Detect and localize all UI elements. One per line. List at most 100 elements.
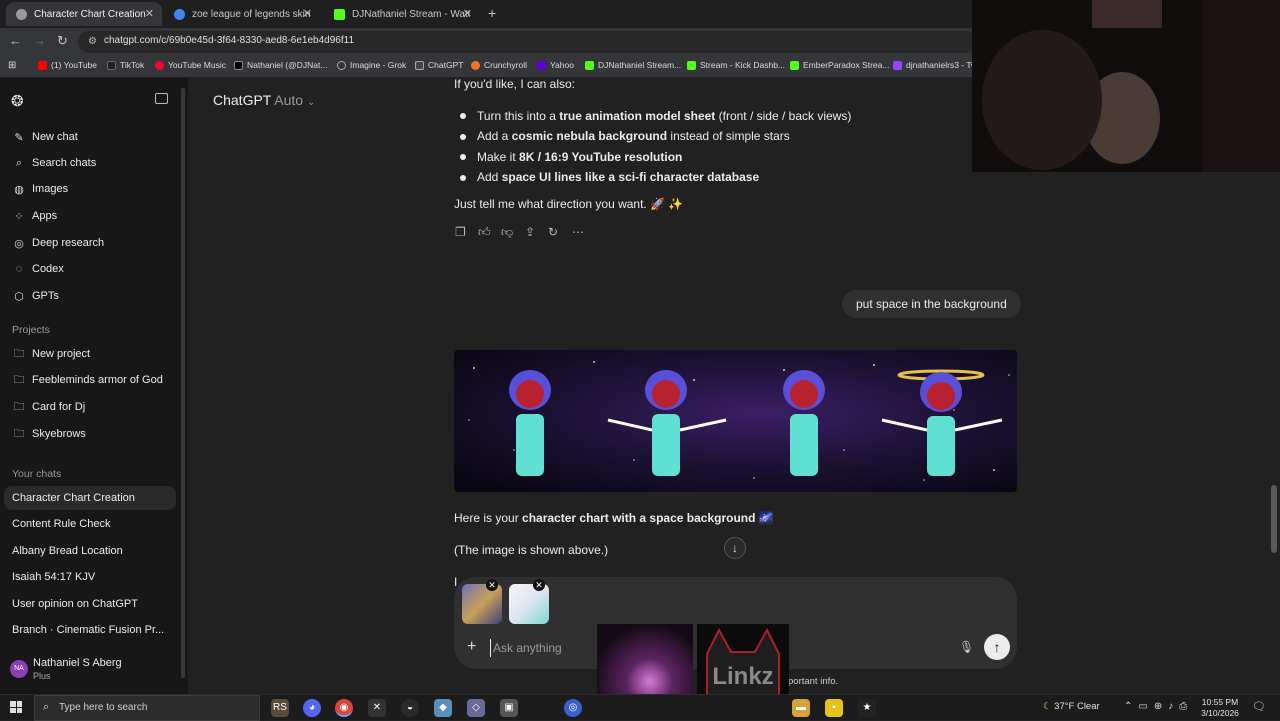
chat-item-albany-bread[interactable]: Albany Bread Location [0,539,178,563]
app-icon[interactable]: ◎ [564,699,582,717]
codex-icon: ◌ [15,263,23,275]
sidebar-item-new-project[interactable]: 🗀 New project [0,342,178,366]
chevron-down-icon: ⌄ [306,97,316,108]
sidebar-toggle-icon[interactable] [155,93,168,104]
notification-icon[interactable]: 🗨︎ [1252,700,1266,713]
copy-icon[interactable]: ❐ [455,225,466,239]
close-tab-icon[interactable]: ✕ [303,7,312,20]
openai-logo-icon[interactable]: ❂ [11,92,24,110]
bookmark-x-nathaniel[interactable]: Nathaniel (@DJNat... [234,60,327,70]
site-info-icon[interactable]: ⚙ [88,36,97,47]
send-button[interactable]: ↑ [984,634,1010,660]
discord-app-icon[interactable]: ◕ [303,699,321,717]
sidebar-item-project-skyebrows[interactable]: 🗀 Skyebrows [0,422,178,446]
tab-zoe-skins[interactable]: zoe league of legends skins - G ✕ [164,2,320,26]
bookmark-grok[interactable]: Imagine - Grok [337,60,406,70]
grok-icon [337,60,346,70]
bookmark-tiktok[interactable]: TikTok [107,60,144,70]
omnibox[interactable]: ⚙ chatgpt.com/c/69b0e45d-3f64-8330-aed8-… [78,31,978,53]
bookmark-yahoo[interactable]: Yahoo [537,60,574,70]
yahoo-icon [537,60,546,70]
x-icon [234,60,243,70]
user-plan: Plus [33,671,51,681]
bullet-dot [460,134,466,140]
avatar: NA [10,660,28,678]
chat-item-character-chart[interactable]: Character Chart Creation [4,486,176,510]
microphone-icon[interactable]: 🎙︎ [959,640,974,654]
edit-icon: ✎ [14,131,24,144]
folder-icon: 🗀 [13,373,25,386]
remove-attachment-icon[interactable]: ✕ [533,579,545,591]
url-text[interactable]: chatgpt.com/c/69b0e45d-3f64-8330-aed8-6e… [104,35,354,46]
bookmark-youtube-music[interactable]: YouTube Music [155,60,226,70]
chat-item-isaiah[interactable]: Isaiah 54:17 KJV [0,565,178,589]
sidebar-item-search-chats[interactable]: ⌕ Search chats [0,151,178,175]
windows-start-icon[interactable] [10,701,22,713]
attachment-thumbnail[interactable] [509,584,549,624]
generated-character-chart-image[interactable] [454,350,1017,492]
youtube-icon [38,60,47,70]
share-icon[interactable]: ⇪ [525,225,535,239]
close-tab-icon[interactable]: ✕ [145,7,154,20]
scroll-down-arrow-icon[interactable]: ↓ [724,537,746,559]
clock[interactable]: 10:55 PM 3/10/2026 [1198,697,1242,719]
reload-icon[interactable]: ↻ [57,33,68,49]
main-scrollbar[interactable] [1271,485,1277,553]
bookmark-emberparadox[interactable]: EmberParadox Strea... [790,60,889,70]
sidebar-item-codex[interactable]: ◌ Codex [0,257,178,281]
chrome-app-icon[interactable]: ◉ [335,699,353,717]
thumbs-down-icon[interactable]: 👎︎ [501,225,513,240]
svg-text:Linkz: Linkz [712,663,773,690]
model-selector[interactable]: ChatGPT Auto ⌄ [213,92,315,108]
system-tray[interactable]: ⌃▭⊕♪⎙ [1124,701,1193,712]
obs-app-icon[interactable]: ◒ [401,699,419,717]
back-arrow-icon[interactable]: ← [9,33,22,48]
more-icon[interactable]: ⋯ [572,225,584,239]
app-icon[interactable]: ◇ [467,699,485,717]
user-profile[interactable]: NA Nathaniel S Aberg Plus [0,652,188,688]
sticky-notes-icon[interactable]: ▪ [825,699,843,717]
weather-widget[interactable]: ☾ 37°F Clear [1043,701,1100,712]
sidebar-item-new-chat[interactable]: ✎ New chat [0,125,178,149]
thumbs-up-icon[interactable]: 👍︎ [478,225,491,240]
chat-item-content-rule[interactable]: Content Rule Check [0,512,178,536]
bookmark-crunchyroll[interactable]: Crunchyroll [471,60,527,70]
taskbar-search[interactable]: ⌕ Type here to search [34,695,260,721]
remove-attachment-icon[interactable]: ✕ [486,579,498,591]
sidebar-item-project-card-for-dj[interactable]: 🗀 Card for Dj [0,395,178,419]
sidebar-scrollbar[interactable] [181,88,185,678]
sidebar-item-project-feebleminds[interactable]: 🗀 Feebleminds armor of God [0,368,178,392]
sidebar-item-gpts[interactable]: ⬡ GPTs [0,284,178,308]
app-icon[interactable]: ◆ [434,699,452,717]
plus-icon[interactable]: + [467,638,476,656]
attachment-thumbnail[interactable] [462,584,502,624]
xsplit-app-icon[interactable]: ✕ [368,699,386,717]
chat-item-branch-cinematic[interactable]: Branch · Cinematic Fusion Pr... [0,618,178,642]
tab-djnathaniel-stream[interactable]: DJNathaniel Stream - Watch Liv ✕ [324,2,480,26]
apps-grid-icon[interactable]: ⊞ [8,60,16,71]
close-tab-icon[interactable]: ✕ [463,7,472,20]
app-icon[interactable]: ★ [858,699,876,717]
runescape-app-icon[interactable]: RS [271,699,289,717]
sidebar-item-deep-research[interactable]: ◎ Deep research [0,231,178,255]
google-favicon-icon [174,8,185,20]
bookmark-djnathaniel-stream[interactable]: DJNathaniel Stream... [585,60,681,70]
forward-arrow-icon[interactable]: → [33,33,46,48]
assistant-intro: If you'd like, I can also: [454,77,576,91]
folder-plus-icon: 🗀 [13,347,25,360]
sidebar-item-images[interactable]: ◍ Images [0,177,178,201]
regenerate-icon[interactable]: ↻ [548,225,558,239]
app-icon[interactable]: ▣ [500,699,518,717]
bookmark-chatgpt[interactable]: ChatGPT [415,60,463,70]
sidebar-item-apps[interactable]: ⁘ Apps [0,204,178,228]
file-explorer-icon[interactable]: ▬ [792,699,810,717]
bookmark-kick-dashboard[interactable]: Stream - Kick Dashb... [687,60,785,70]
new-tab-button[interactable]: + [488,5,496,21]
bookmark-youtube[interactable]: (1) YouTube [38,60,97,70]
space-character-art [454,350,1017,492]
bookmark-twitch[interactable]: djnathanielrs3 - Tw [893,60,977,70]
search-icon: ⌕ [15,156,23,169]
tab-character-chart[interactable]: Character Chart Creation ✕ [6,2,162,26]
twitch-icon [893,60,902,70]
chat-item-user-opinion[interactable]: User opinion on ChatGPT [0,592,178,616]
